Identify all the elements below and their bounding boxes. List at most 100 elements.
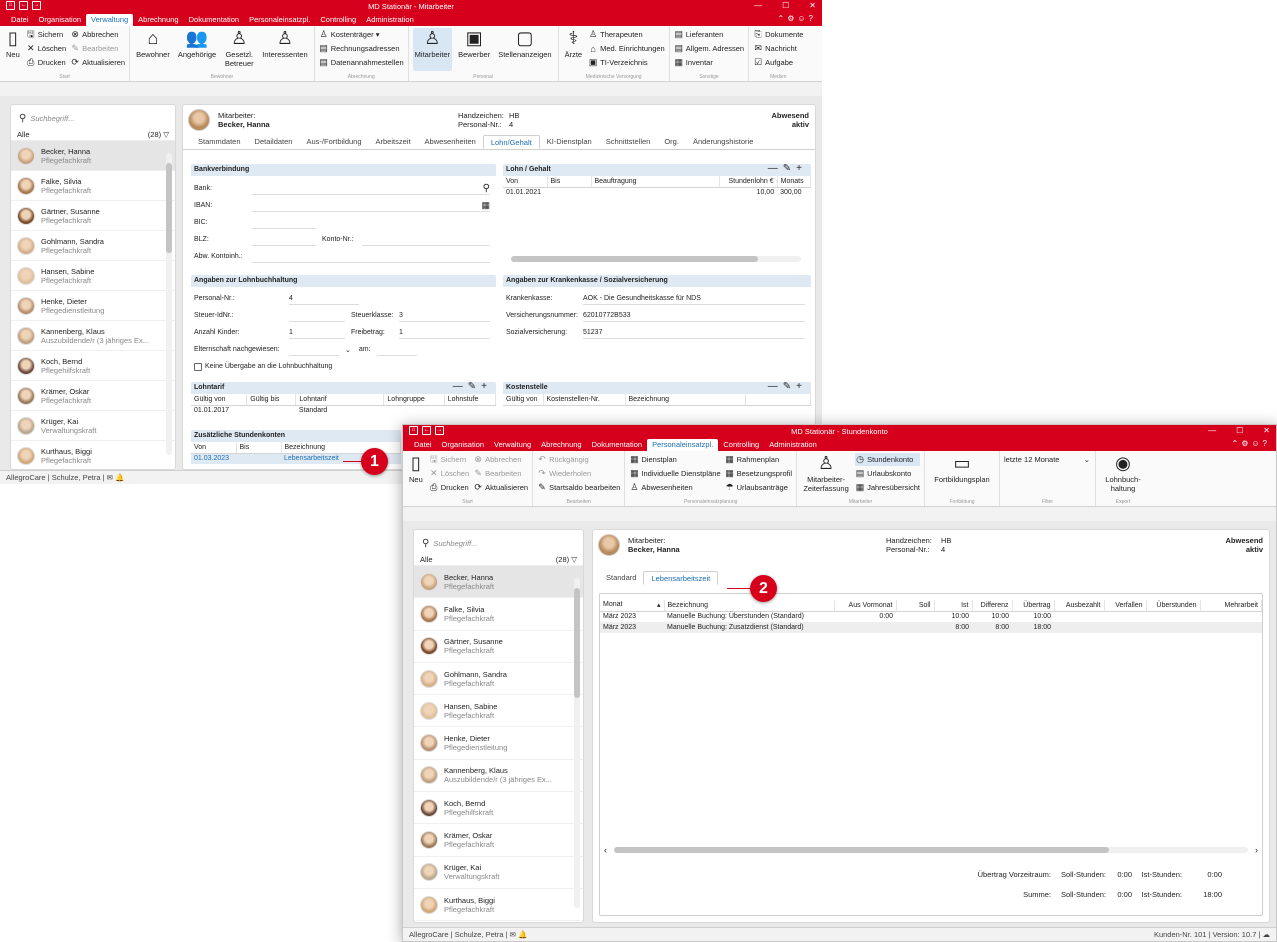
menu-datei[interactable]: Datei [6, 14, 34, 26]
new-button[interactable]: ▯ Neu [407, 453, 425, 496]
applicants-button[interactable]: ▣ Bewerber [456, 28, 492, 71]
list-item[interactable]: Hansen, Sabine Pflegefachkraft [11, 261, 175, 291]
notification-icon[interactable]: 🔔 [518, 930, 527, 939]
list-item[interactable]: Kannenberg, Klaus Auszubildende/r (3 jähr… [11, 321, 175, 351]
menu-right-icons[interactable]: ⌃⚙☺? [1232, 439, 1271, 448]
salary-hscroll[interactable] [511, 256, 801, 262]
notification-icon[interactable]: 🔔 [115, 473, 124, 482]
undo-button[interactable]: ↶ Rückgängig [537, 453, 620, 466]
duty-roster-button[interactable]: ▦ Dienstplan [629, 453, 720, 466]
tab-org[interactable]: Org. [657, 135, 686, 149]
tab-detaildaten[interactable]: Detaildaten [248, 135, 300, 149]
payroll-export-button[interactable]: ◉ Lohnbuch-haltung [1100, 453, 1146, 496]
edit-button[interactable]: ✎ Bearbeiten [70, 42, 125, 55]
menu-dokumentation[interactable]: Dokumentation [184, 14, 244, 26]
employees-button[interactable]: ♙ Mitarbeiter [412, 28, 453, 71]
menu-personaleinsatz[interactable]: Personaleinsatzpl. [647, 439, 719, 451]
training-plan-button[interactable]: ▭ Fortbildungsplan [929, 453, 995, 496]
list-item[interactable]: Gohlmann, Sandra Pflegefachkraft [11, 231, 175, 261]
section-tools[interactable]: —✎+ [768, 163, 807, 175]
list-item[interactable]: Krämer, Oskar Pflegefachkraft [11, 381, 175, 411]
blz-field[interactable] [252, 234, 316, 246]
relatives-button[interactable]: 👥 Angehörige [176, 28, 218, 71]
tab-fortbildung[interactable]: Aus-/Fortbildung [299, 135, 368, 149]
iban-field[interactable] [252, 200, 490, 212]
save-button[interactable]: 🖫 Sichern [429, 453, 469, 466]
list-scrollbar[interactable] [166, 153, 172, 455]
steuerid-field[interactable] [289, 310, 345, 322]
period-select[interactable]: letzte 12 Monate ⌄ [1004, 453, 1090, 466]
general-addresses-button[interactable]: ▤ Allgem. Adressen [674, 42, 744, 55]
elternschaft-select[interactable] [289, 344, 339, 356]
maximize-icon[interactable]: ☐ [782, 1, 789, 10]
mail-icon[interactable]: ✉ [510, 930, 516, 939]
rechnungsadressen-button[interactable]: ▤ Rechnungsadressen [319, 42, 404, 55]
maximize-icon[interactable]: ☐ [1236, 426, 1243, 435]
filter-icon[interactable]: ▽ [163, 130, 169, 139]
list-item[interactable]: Henke, Dieter Pflegedienstleitung [414, 727, 583, 760]
menu-administration[interactable]: Administration [361, 14, 419, 26]
staffing-profile-button[interactable]: ▦ Besetzungsprofil [725, 467, 792, 480]
refresh-button[interactable]: ⟳ Aktualisieren [70, 56, 125, 69]
list-item[interactable]: Krüger, Kai Verwaltungskraft [11, 411, 175, 441]
delete-button[interactable]: ✕ Löschen [429, 467, 469, 480]
list-item[interactable]: Henke, Dieter Pflegedienstleitung [11, 291, 175, 321]
time-tracking-button[interactable]: ♙ Mitarbeiter-Zeiterfassung [801, 453, 851, 496]
search-input[interactable]: ⚲ Suchbegriff... [17, 110, 169, 127]
menu-datei[interactable]: Datei [409, 439, 437, 451]
list-item[interactable]: Becker, Hanna Pflegefachkraft [11, 141, 175, 171]
menu-verwaltung[interactable]: Verwaltung [489, 439, 536, 451]
refresh-button[interactable]: ⟳ Aktualisieren [473, 481, 528, 494]
list-scrollbar[interactable] [574, 578, 580, 908]
versicherungsnr-field[interactable]: 62010772B533 [583, 310, 805, 322]
documents-button[interactable]: ⎘ Dokumente [753, 28, 804, 41]
filter-row[interactable]: Alle (28) ▽ [414, 554, 583, 566]
delete-button[interactable]: ✕ Löschen [26, 42, 66, 55]
vacation-account-button[interactable]: ▤ Urlaubskonto [855, 467, 920, 480]
tab-arbeitszeit[interactable]: Arbeitszeit [369, 135, 418, 149]
vacation-requests-button[interactable]: ☂ Urlaubsanträge [725, 481, 792, 494]
cancel-button[interactable]: ⊗ Abbrechen [473, 453, 528, 466]
scroll-left-icon[interactable]: ‹ [604, 845, 607, 855]
tab-aenderungshistorie[interactable]: Änderungshistorie [686, 135, 760, 149]
filter-icon[interactable]: ▽ [571, 555, 577, 564]
tab-standard[interactable]: Standard [599, 571, 643, 585]
elternschaft-date[interactable] [376, 344, 417, 356]
year-overview-button[interactable]: ▦ Jahresübersicht [855, 481, 920, 494]
print-button[interactable]: ⎙ Drucken [26, 56, 66, 69]
edit-button[interactable]: ✎ Bearbeiten [473, 467, 528, 480]
edit-start-balance-button[interactable]: ✎ Startsaldo bearbeiten [537, 481, 620, 494]
med-facilities-button[interactable]: ⌂ Med. Einrichtungen [588, 42, 664, 55]
calculator-icon[interactable]: ▦ [481, 200, 490, 211]
table-row[interactable]: 01.01.2021 10,00 300,00 [503, 187, 811, 198]
list-item[interactable]: Gärtner, Susanne Pflegefachkraft [414, 631, 583, 663]
list-item[interactable]: Kurthaus, Biggi Pflegefachkraft [11, 441, 175, 469]
list-item[interactable]: Becker, Hanna Pflegefachkraft [414, 566, 583, 599]
kostentraeger-button[interactable]: ♙ Kostenträger ▾ [319, 28, 404, 41]
table-row[interactable]: März 2023 Manuelle Buchung: Überstunden (… [600, 611, 1262, 622]
menu-verwaltung[interactable]: Verwaltung [86, 14, 134, 26]
bic-field[interactable] [252, 217, 316, 229]
interested-button[interactable]: ♙ Interessenten [260, 28, 309, 71]
mail-icon[interactable]: ✉ [107, 473, 113, 482]
steuerklasse-field[interactable]: 3 [399, 310, 490, 322]
menu-dokumentation[interactable]: Dokumentation [587, 439, 647, 451]
menu-abrechnung[interactable]: Abrechnung [133, 14, 183, 26]
list-item[interactable]: Krüger, Kai Verwaltungskraft [414, 857, 583, 889]
job-ads-button[interactable]: ▢ Stellenanzeigen [496, 28, 553, 71]
ti-directory-button[interactable]: ▣ TI-Verzeichnis [588, 56, 665, 69]
redo-button[interactable]: ↷ Wiederholen [537, 467, 620, 480]
freibetrag-field[interactable]: 1 [399, 327, 490, 339]
cancel-button[interactable]: ⊗ Abbrechen [70, 28, 125, 41]
list-item[interactable]: Koch, Bernd Pflegehilfskraft [414, 792, 583, 825]
section-tools[interactable]: —✎+ [768, 381, 807, 393]
therapists-button[interactable]: ♙ Therapeuten [588, 28, 665, 41]
print-button[interactable]: ⎙ Drucken [429, 481, 469, 494]
konto-field[interactable] [362, 234, 490, 246]
menu-personaleinsatz[interactable]: Personaleinsatzpl. [244, 14, 315, 26]
doctors-button[interactable]: ⚕ Ärzte [563, 28, 585, 71]
menu-organisation[interactable]: Organisation [437, 439, 490, 451]
message-button[interactable]: ✉ Nachricht [753, 42, 803, 55]
suppliers-button[interactable]: ▤ Lieferanten [674, 28, 744, 41]
menu-controlling[interactable]: Controlling [315, 14, 361, 26]
